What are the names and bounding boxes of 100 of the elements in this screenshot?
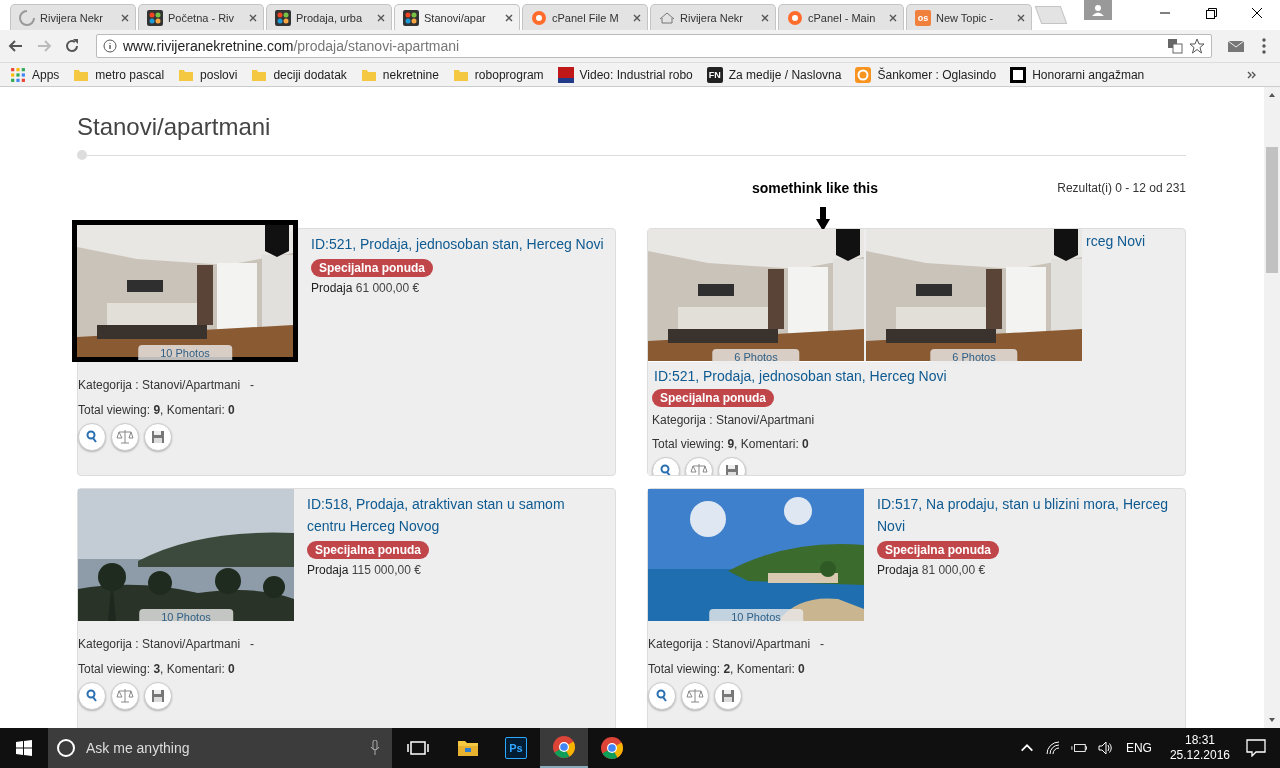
clock[interactable]: 18:31 25.12.2016: [1169, 733, 1230, 763]
stats-text: Total viewing: 2, Komentari: 0: [648, 662, 806, 676]
bookmark[interactable]: FN Za medije / Naslovna: [706, 66, 842, 83]
cpanel-icon: [787, 9, 803, 26]
joomla-icon: [403, 9, 419, 26]
category-text: Kategorija : Stanovi/Apartmani: [648, 637, 811, 651]
listing-title-link[interactable]: rceg Novi: [1086, 233, 1146, 249]
close-icon[interactable]: [632, 12, 642, 23]
scales-icon: [116, 688, 134, 704]
view-button[interactable]: [78, 682, 106, 710]
close-icon[interactable]: [760, 12, 770, 23]
info-icon: [103, 39, 117, 53]
apps-icon: [10, 66, 26, 83]
special-offer-badge: Specijalna ponuda: [311, 259, 434, 277]
microphone-icon: [370, 740, 380, 756]
bookmark[interactable]: poslovi: [178, 66, 238, 83]
scrollbar-thumb[interactable]: [1266, 147, 1278, 273]
loading-icon: [19, 9, 35, 26]
logo-icon: Ps: [505, 737, 527, 759]
results-count: Rezultat(i) 0 - 12 od 231: [1057, 181, 1186, 195]
listing-title-link[interactable]: ID:518, Prodaja, atraktivan stan u samom centru Herceg Novog: [307, 493, 607, 537]
address-bar[interactable]: www.rivijeranekretnine.com/prodaja/stanovi-apartmani: [96, 34, 1212, 58]
search-field[interactable]: Ask me anything: [84, 739, 362, 757]
close-icon[interactable]: [248, 12, 258, 23]
browser-tab[interactable]: os New Topic -: [906, 4, 1032, 30]
square-icon: [1010, 66, 1027, 83]
view-button[interactable]: [78, 423, 106, 451]
browser-tab[interactable]: cPanel File M: [522, 4, 648, 30]
close-icon[interactable]: [888, 12, 898, 23]
save-button[interactable]: [144, 682, 172, 710]
close-icon[interactable]: [120, 12, 130, 23]
cortana-icon: [56, 738, 76, 758]
chrome-icon: [552, 735, 576, 759]
browser-tab[interactable]: Rivijera Nekr: [10, 4, 136, 30]
photos-label[interactable]: 10 Photos: [138, 345, 232, 360]
user-icon: [1092, 4, 1104, 16]
category-text: Kategorija : Stanovi/Apartmani: [78, 378, 241, 392]
taskbar-search-box[interactable]: Ask me anything: [48, 728, 392, 768]
cpanel-icon: [531, 9, 547, 26]
url-text: www.rivijeranekretnine.com/prodaja/stanovi-apartmani: [123, 38, 461, 54]
profile-button[interactable]: [1084, 0, 1112, 20]
separator-text: -: [250, 637, 255, 651]
listing-title-link[interactable]: ID:517, Na prodaju, stan u blizini mora, Herceg Novi: [877, 493, 1177, 537]
chrome-icon: [600, 736, 624, 760]
special-offer-badge: Specijalna ponuda: [652, 389, 775, 407]
listing-title-link[interactable]: ID:521, Prodaja, jednosoban stan, Herceg Novi: [311, 233, 611, 255]
browser-tab[interactable]: Prodaja, urba: [266, 4, 392, 30]
bookmark[interactable]: Šankomer : Oglasindo: [855, 66, 997, 83]
search-icon: [659, 464, 673, 475]
down-arrow: [816, 207, 830, 231]
stats-text: Total viewing: 9, Komentari: 0: [78, 403, 236, 417]
ring-icon: [855, 66, 872, 83]
separator-text: -: [820, 637, 825, 651]
language-indicator[interactable]: ENG: [1125, 741, 1152, 755]
view-button[interactable]: [648, 682, 676, 710]
photos-label[interactable]: 10 Photos: [139, 609, 233, 624]
bookmark[interactable]: Apps: [10, 66, 60, 83]
photos-label[interactable]: 6 Photos: [930, 349, 1018, 364]
taskbar-app[interactable]: Ps: [492, 728, 540, 768]
category-text: Kategorija : Stanovi/Apartmani: [652, 413, 816, 427]
star-icon[interactable]: [1189, 38, 1205, 54]
browser-tab[interactable]: cPanel - Main: [778, 4, 904, 30]
scales-icon: [686, 688, 704, 704]
translate-icon[interactable]: [1167, 38, 1183, 54]
network-icon[interactable]: [1044, 740, 1061, 756]
browser-tab[interactable]: Rivijera Nekr: [650, 4, 776, 30]
scales-icon: [116, 429, 134, 445]
logo-icon: os: [915, 9, 931, 26]
bookmark[interactable]: nekretnine: [360, 66, 439, 83]
bookmark[interactable]: roboprogram: [452, 66, 544, 83]
photos-label[interactable]: 10 Photos: [709, 609, 803, 624]
search-icon: [85, 430, 99, 444]
taskbar-app[interactable]: [540, 728, 588, 768]
bookmark[interactable]: Honorarni angažman: [1010, 66, 1145, 83]
notification-icon[interactable]: [1246, 739, 1266, 757]
bookmark[interactable]: Video: Industrial robo: [557, 66, 693, 83]
category-text: Kategorija : Stanovi/Apartmani: [78, 637, 241, 651]
close-icon[interactable]: [1016, 12, 1026, 23]
windows-start-button[interactable]: [16, 740, 32, 756]
scrollbar[interactable]: [1264, 87, 1280, 728]
video-icon: [557, 66, 574, 83]
search-icon: [655, 689, 669, 703]
photos-label[interactable]: 6 Photos: [712, 349, 800, 364]
special-offer-badge: Specijalna ponuda: [877, 541, 1000, 559]
joomla-icon: [275, 9, 291, 26]
close-icon[interactable]: [376, 12, 386, 23]
browser-tab[interactable]: Stanovi/apar: [394, 4, 520, 30]
annotation-text: somethink like this: [752, 180, 879, 196]
task-view-button[interactable]: [406, 739, 430, 757]
save-button[interactable]: [144, 423, 172, 451]
save-button[interactable]: [714, 682, 742, 710]
bookmark[interactable]: metro pascal: [73, 66, 165, 83]
speaker-icon[interactable]: [1096, 740, 1113, 756]
price-text: Prodaja 115 000,00 €: [307, 563, 422, 577]
bookmark[interactable]: deciji dodatak: [251, 66, 347, 83]
separator-text: -: [250, 378, 255, 392]
close-icon[interactable]: [504, 12, 514, 23]
browser-tab[interactable]: Početna - Riv: [138, 4, 264, 30]
search-icon: [85, 689, 99, 703]
stats-text: Total viewing: 3, Komentari: 0: [78, 662, 236, 676]
